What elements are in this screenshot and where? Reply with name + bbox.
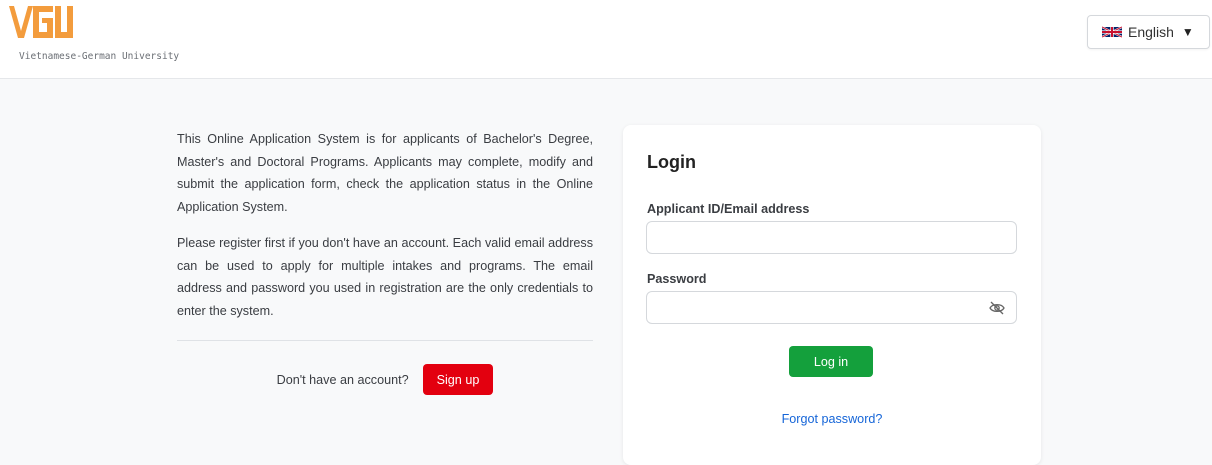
signup-row: Don't have an account? Sign up xyxy=(177,364,593,395)
top-header: Vietnamese-German University English ▼ xyxy=(0,0,1212,79)
eye-slash-icon[interactable] xyxy=(988,300,1006,316)
login-card: Login Applicant ID/Email address Passwor… xyxy=(623,125,1041,465)
applicant-id-input[interactable] xyxy=(646,221,1017,254)
intro-paragraph-2: Please register first if you don't have … xyxy=(177,236,593,318)
applicant-id-label: Applicant ID/Email address xyxy=(647,202,810,216)
password-label: Password xyxy=(647,272,707,286)
language-selector[interactable]: English ▼ xyxy=(1087,15,1210,49)
language-label: English xyxy=(1128,24,1174,40)
divider xyxy=(177,340,593,341)
password-input[interactable] xyxy=(646,291,1017,324)
uk-flag-icon xyxy=(1101,25,1123,39)
logo-subtitle: Vietnamese-German University xyxy=(19,51,180,62)
sign-up-button[interactable]: Sign up xyxy=(422,364,494,395)
intro-text: This Online Application System is for ap… xyxy=(177,128,593,322)
log-in-button[interactable]: Log in xyxy=(789,346,873,377)
vgu-logo[interactable]: Vietnamese-German University xyxy=(9,6,209,66)
login-title: Login xyxy=(647,152,696,172)
forgot-password-link[interactable]: Forgot password? xyxy=(623,412,1041,426)
caret-down-icon: ▼ xyxy=(1181,25,1194,39)
intro-paragraph-1: This Online Application System is for ap… xyxy=(177,132,593,214)
vgu-logo-icon xyxy=(9,6,73,38)
no-account-text: Don't have an account? xyxy=(276,372,409,387)
